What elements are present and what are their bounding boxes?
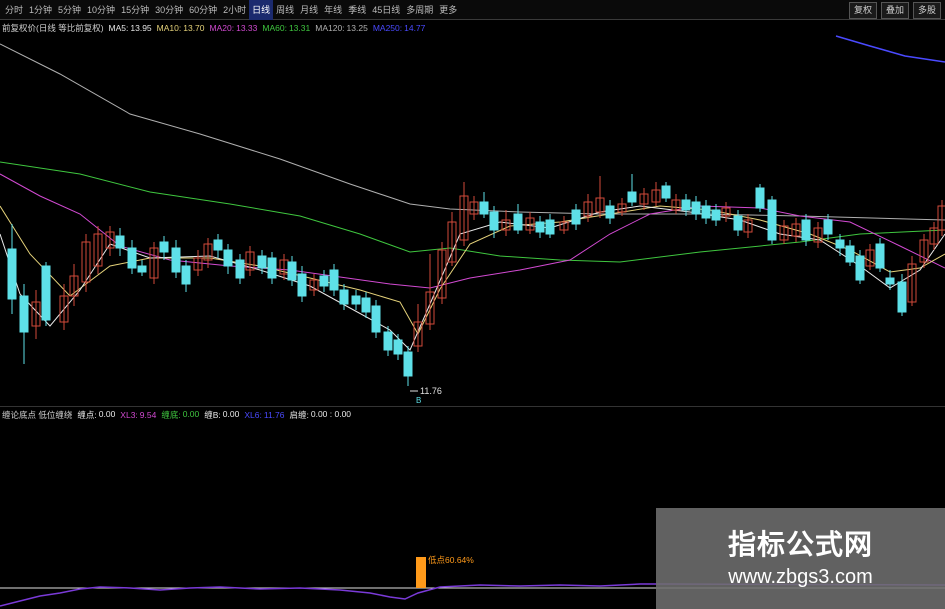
candle-body xyxy=(545,219,555,235)
legend-ma120: MA120: 13.25 xyxy=(315,23,368,33)
fuquan-button[interactable]: 复权 xyxy=(848,2,877,19)
ma250-line xyxy=(835,35,945,63)
legend-ma250: MA250: 14.77 xyxy=(372,23,426,33)
candle-body xyxy=(351,295,361,305)
period-tab[interactable]: 60分钟 xyxy=(186,0,220,20)
candle-body xyxy=(115,235,125,249)
period-tab[interactable]: 季线 xyxy=(345,0,369,20)
candle-body xyxy=(7,248,17,300)
period-tab[interactable]: 30分钟 xyxy=(152,0,186,20)
main-chart-legend: 前复权价(日线 等比前复权) MA5: 13.95 MA10: 13.70 MA20… xyxy=(2,22,425,34)
candle-body xyxy=(213,239,223,251)
watermark: 指标公式网 www.zbgs3.com xyxy=(656,508,945,609)
period-tab[interactable]: 1分钟 xyxy=(26,0,55,20)
candle-body xyxy=(691,201,701,215)
legend-xl3: XL3: 9.54 xyxy=(120,410,157,420)
candle-body xyxy=(701,205,711,219)
candle-body xyxy=(171,247,181,273)
candle-body xyxy=(845,245,855,263)
candle-body xyxy=(181,265,191,285)
period-tab[interactable]: 10分钟 xyxy=(84,0,118,20)
candle-body xyxy=(159,241,169,253)
candle-body xyxy=(661,185,671,199)
toolbar-right-buttons: 复权 叠加 多股 xyxy=(848,2,941,19)
legend-chan-di: 缠底: 0.00 xyxy=(161,409,200,420)
legend-chan-dian: 缠点: 0.00 xyxy=(77,409,116,420)
overlay-button[interactable]: 叠加 xyxy=(880,2,909,19)
period-tab[interactable]: 周线 xyxy=(273,0,297,20)
candle-body xyxy=(137,265,147,273)
signal-bar xyxy=(416,557,426,588)
candle-body xyxy=(513,213,523,231)
candle-body xyxy=(489,211,499,231)
period-tab[interactable]: 更多 xyxy=(436,0,460,20)
candle-body xyxy=(41,265,51,321)
candle-body xyxy=(329,269,339,291)
ma60-line xyxy=(0,161,945,263)
candle-body xyxy=(711,209,721,221)
indicator-title: 缠论底点 低位缠绕 xyxy=(2,410,73,420)
candle-body xyxy=(223,249,233,267)
period-tab[interactable]: 年线 xyxy=(321,0,345,20)
candle-body xyxy=(267,257,277,279)
multi-stock-button[interactable]: 多股 xyxy=(912,2,941,19)
candle-body xyxy=(627,191,637,203)
legend-ma20: MA20: 13.33 xyxy=(209,23,258,33)
period-tab[interactable]: 日线 xyxy=(249,0,274,20)
candle-body xyxy=(297,273,307,297)
candle-body xyxy=(19,295,29,333)
legend-ma10: MA10: 13.70 xyxy=(156,23,205,33)
legend-ma5: MA5: 13.95 xyxy=(108,23,152,33)
period-tab[interactable]: 2小时 xyxy=(220,0,249,20)
low-price-label: 11.76 xyxy=(420,386,442,396)
candle-body xyxy=(479,201,489,215)
legend-ma60: MA60: 13.31 xyxy=(262,23,311,33)
candle-body xyxy=(897,281,907,313)
candle-body xyxy=(361,297,371,313)
legend-xl6: XL6: 11.76 xyxy=(244,410,285,420)
period-toolbar: 分时 1分钟 5分钟 10分钟 15分钟 30分钟 60分钟 2小时 日线 周线 月线 年线 季线 45日… xyxy=(0,0,945,20)
period-tab[interactable]: 多周期 xyxy=(403,0,436,20)
candle-body xyxy=(885,277,895,285)
signal-label: 低点60.64% xyxy=(428,555,474,565)
candle-body xyxy=(801,219,811,241)
candle-body xyxy=(755,187,765,209)
period-tab[interactable]: 5分钟 xyxy=(55,0,84,20)
period-tab[interactable]: 月线 xyxy=(297,0,321,20)
period-tab[interactable]: 分时 xyxy=(2,0,26,20)
candle-body xyxy=(733,215,743,231)
candle-body xyxy=(319,275,329,287)
watermark-url: www.zbgs3.com xyxy=(728,565,873,588)
indicator-legend: 缠论底点 低位缠绕 缠点: 0.00 XL3: 9.54 缠底: 0.00 缠B: 0.… xyxy=(2,409,351,421)
legend-chan-b: 缠B: 0.00 xyxy=(204,409,240,420)
period-tabs: 分时 1分钟 5分钟 10分钟 15分钟 30分钟 60分钟 2小时 日线 周线 月线 年线 季线 45日… xyxy=(0,0,460,20)
candle-body xyxy=(371,305,381,333)
main-chart-title: 前复权价(日线 等比前复权) xyxy=(2,23,104,33)
buy-marker: B xyxy=(416,396,421,404)
candle-body xyxy=(235,259,245,279)
candle-body xyxy=(875,243,885,269)
candle-body xyxy=(681,199,691,211)
candle-body xyxy=(571,209,581,225)
period-tab[interactable]: 15分钟 xyxy=(118,0,152,20)
watermark-title: 指标公式网 xyxy=(727,528,873,560)
candle-body xyxy=(767,199,777,241)
legend-qi-chan: 启缠: 0.00 : 0.00 xyxy=(289,409,352,420)
candle-body xyxy=(127,247,137,269)
pane-divider xyxy=(0,406,945,407)
candle-body xyxy=(339,289,349,305)
candle-body xyxy=(855,255,865,281)
candle-body xyxy=(823,219,833,235)
candle-body xyxy=(287,261,297,281)
candle-body xyxy=(535,221,545,233)
candle-body xyxy=(835,239,845,249)
period-tab[interactable]: 45日线 xyxy=(369,0,403,20)
candle-body xyxy=(383,331,393,351)
ma120-line xyxy=(0,43,945,221)
candle-body xyxy=(257,255,267,269)
candlestick-chart[interactable]: 11.76B xyxy=(0,34,945,404)
candle-body xyxy=(605,205,615,219)
candle-body xyxy=(393,339,403,355)
candle-body xyxy=(403,351,413,377)
